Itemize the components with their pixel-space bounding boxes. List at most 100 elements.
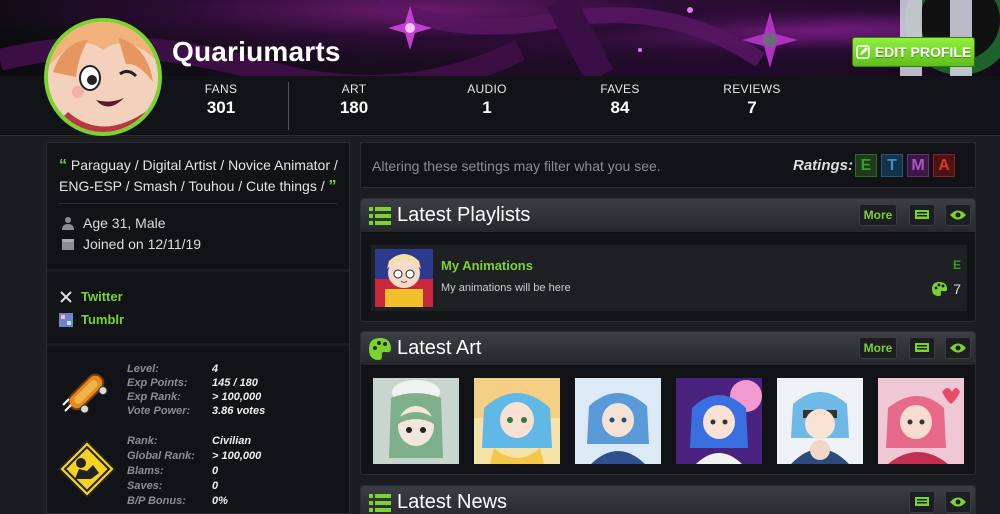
visibility-button[interactable] bbox=[945, 491, 971, 513]
ratings-label: Ratings: bbox=[793, 157, 853, 174]
playlist-title: My Animations bbox=[441, 258, 533, 273]
panel-header: Latest Art More bbox=[361, 332, 975, 366]
stat-value: 84 bbox=[610, 98, 630, 117]
stat-label: FAVES bbox=[600, 82, 640, 96]
eye-icon bbox=[950, 210, 966, 220]
rating-a-toggle[interactable]: A bbox=[933, 154, 955, 177]
playlist-thumbnail bbox=[375, 249, 433, 307]
link-twitter[interactable]: Twitter bbox=[59, 289, 123, 304]
divider bbox=[47, 269, 349, 272]
rank-row: Rank: Civilian bbox=[127, 435, 252, 447]
blams-row: Blams: 0 bbox=[127, 465, 219, 477]
rating-m-toggle[interactable]: M bbox=[907, 154, 929, 177]
level-row: Level: 4 bbox=[127, 363, 219, 375]
list-icon bbox=[369, 494, 391, 512]
art-thumbnail[interactable] bbox=[575, 378, 661, 464]
view-mode-icon bbox=[915, 343, 929, 352]
x-icon bbox=[60, 290, 72, 303]
skateboard-level-icon bbox=[62, 373, 108, 414]
view-mode-icon bbox=[915, 210, 929, 219]
age-text: Age 31, Male bbox=[83, 215, 166, 231]
exp-rank-row: Exp Rank: > 100,000 bbox=[127, 391, 262, 403]
edit-profile-button[interactable]: EDIT PROFILE bbox=[852, 37, 975, 67]
link-label: Twitter bbox=[81, 289, 123, 304]
exp-points-row: Exp Points: 145 / 180 bbox=[127, 377, 258, 389]
art-thumbnail[interactable] bbox=[777, 378, 863, 464]
stat-reviews[interactable]: REVIEWS 7 bbox=[712, 82, 792, 118]
visibility-button[interactable] bbox=[945, 204, 971, 226]
view-mode-button[interactable] bbox=[909, 491, 935, 513]
bio-text: Paraguay / Digital Artist / Novice Anima… bbox=[59, 157, 338, 194]
global-rank-row: Global Rank: > 100,000 bbox=[127, 450, 262, 462]
playlist-count: 7 bbox=[932, 281, 961, 297]
latest-art-panel: Latest Art More bbox=[360, 331, 976, 475]
calendar-icon bbox=[62, 239, 74, 250]
panel-header: Latest Playlists More bbox=[361, 199, 975, 233]
divider bbox=[59, 203, 337, 204]
list-icon bbox=[369, 207, 391, 225]
art-gallery bbox=[373, 378, 965, 464]
art-thumbnail[interactable] bbox=[676, 378, 762, 464]
link-label: Tumblr bbox=[81, 312, 125, 327]
open-quote-icon: “ bbox=[59, 157, 67, 174]
more-button[interactable]: More bbox=[859, 337, 897, 359]
more-button[interactable]: More bbox=[859, 204, 897, 226]
stat-label: REVIEWS bbox=[723, 82, 781, 96]
playlist-item[interactable]: My Animations My animations will be here… bbox=[371, 245, 967, 311]
content-filter-bar: Altering these settings may filter what … bbox=[360, 142, 976, 188]
divider bbox=[47, 343, 349, 346]
art-thumbnail[interactable] bbox=[474, 378, 560, 464]
link-tumblr[interactable]: Tumblr bbox=[59, 312, 124, 327]
stat-value: 180 bbox=[339, 98, 369, 117]
bp-bonus-row: B/P Bonus: 0% bbox=[127, 495, 228, 507]
stat-art[interactable]: ART 180 bbox=[314, 82, 394, 118]
art-thumbnail[interactable] bbox=[878, 378, 964, 464]
playlist-count-value: 7 bbox=[953, 281, 961, 297]
palette-icon bbox=[369, 338, 391, 360]
stat-value: 1 bbox=[482, 98, 492, 117]
profile-page: Quariumarts EDIT PROFILE FANS 301 ART 18… bbox=[0, 0, 1000, 514]
stat-faves[interactable]: FAVES 84 bbox=[580, 82, 660, 118]
view-mode-button[interactable] bbox=[909, 204, 935, 226]
stat-value: 7 bbox=[747, 98, 757, 117]
stat-value: 301 bbox=[206, 98, 236, 117]
close-quote-icon: ” bbox=[328, 178, 337, 195]
latest-news-panel: Latest News bbox=[360, 485, 976, 514]
pencil-icon bbox=[855, 45, 870, 59]
stat-label: ART bbox=[341, 82, 367, 96]
joined-row: Joined on 12/11/19 bbox=[61, 236, 201, 252]
eye-icon bbox=[950, 497, 966, 507]
avatar-image bbox=[48, 22, 158, 132]
stat-label: AUDIO bbox=[467, 82, 507, 96]
stat-audio[interactable]: AUDIO 1 bbox=[447, 82, 527, 118]
user-icon bbox=[62, 217, 74, 230]
rating-t-toggle[interactable]: T bbox=[881, 154, 903, 177]
vote-power-row: Vote Power: 3.86 votes bbox=[127, 405, 266, 417]
panel-title: Latest Art bbox=[397, 337, 482, 359]
civilian-rank-icon bbox=[57, 439, 117, 499]
filter-message: Altering these settings may filter what … bbox=[372, 158, 661, 174]
art-thumbnail[interactable] bbox=[373, 378, 459, 464]
stats-divider bbox=[288, 82, 289, 130]
visibility-button[interactable] bbox=[945, 337, 971, 359]
tumblr-icon bbox=[59, 312, 73, 327]
rating-e-badge: E bbox=[952, 258, 961, 272]
palette-icon bbox=[932, 282, 948, 296]
stat-fans[interactable]: FANS 301 bbox=[181, 82, 261, 118]
playlist-description: My animations will be here bbox=[441, 282, 571, 294]
view-mode-icon bbox=[915, 497, 929, 506]
saves-row: Saves: 0 bbox=[127, 480, 219, 492]
panel-title: Latest News bbox=[397, 491, 508, 513]
panel-title: Latest Playlists bbox=[397, 204, 531, 226]
username: Quariumarts bbox=[172, 36, 341, 67]
user-info-sidebar: “ Paraguay / Digital Artist / Novice Ani… bbox=[46, 142, 350, 514]
view-mode-button[interactable] bbox=[909, 337, 935, 359]
age-row: Age 31, Male bbox=[61, 215, 166, 231]
bio: “ Paraguay / Digital Artist / Novice Ani… bbox=[47, 143, 349, 197]
stat-label: FANS bbox=[204, 82, 238, 96]
rating-e-toggle[interactable]: E bbox=[855, 154, 877, 177]
avatar[interactable] bbox=[44, 18, 162, 136]
eye-icon bbox=[950, 343, 966, 353]
panel-header: Latest News bbox=[361, 486, 975, 514]
edit-profile-label: EDIT PROFILE bbox=[874, 44, 972, 60]
